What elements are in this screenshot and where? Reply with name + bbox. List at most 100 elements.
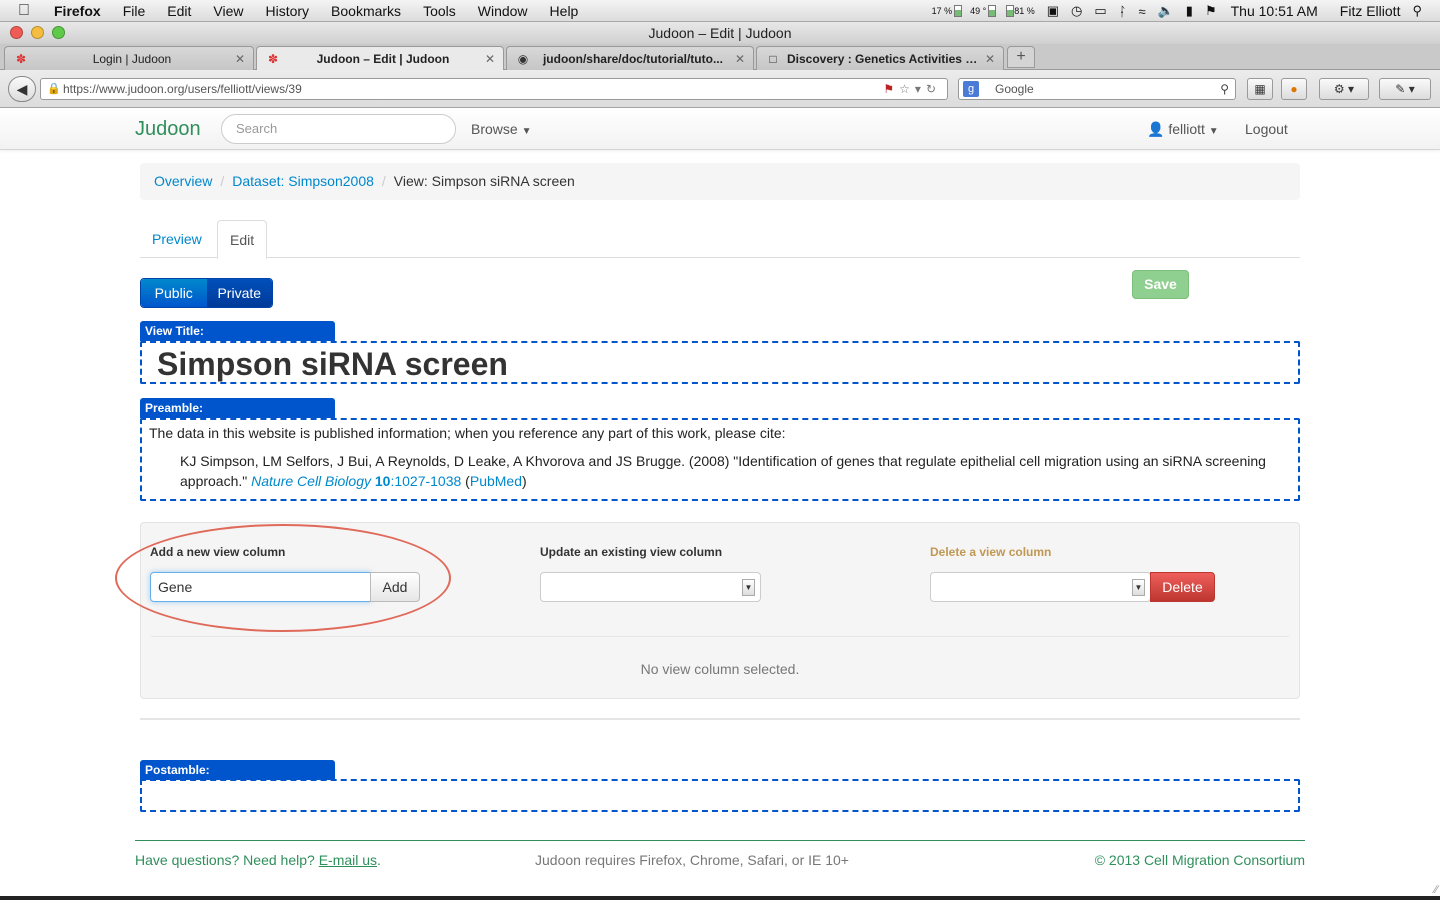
gamepad-icon[interactable]: ▣ (1047, 3, 1059, 19)
chevron-down-icon: ▾ (1348, 82, 1355, 96)
bluetooth-icon[interactable]: ᛛ (1119, 4, 1127, 19)
eyedropper-icon: ✎ (1395, 82, 1406, 96)
browser-tab-login[interactable]: ✽ Login | Judoon ✕ (4, 46, 254, 70)
annotation-highlight-ring (115, 524, 451, 632)
menu-tools[interactable]: Tools (423, 3, 456, 19)
select-arrow-icon: ▼ (742, 579, 755, 596)
browser-toolbar: ◀ 🔒 https://www.judoon.org/users/felliot… (0, 70, 1440, 108)
update-column-select[interactable]: ▼ (540, 572, 761, 602)
app-search-input[interactable]: Search (221, 114, 456, 144)
view-title-field[interactable]: Simpson siRNA screen (140, 341, 1300, 384)
zoom-window-icon[interactable] (52, 26, 65, 39)
spotlight-search-icon[interactable]: ⚲ (1412, 3, 1422, 19)
panel-divider (151, 636, 1289, 637)
search-bar[interactable]: g Google ⚲ (958, 78, 1236, 100)
close-window-icon[interactable] (10, 26, 23, 39)
display-icon[interactable]: ▭ (1094, 3, 1106, 19)
google-icon[interactable]: g (963, 81, 979, 97)
back-button[interactable]: ◀ (8, 76, 36, 102)
tab-preview[interactable]: Preview (140, 220, 214, 258)
footer-help-text: Have questions? Need help? (135, 852, 315, 868)
user-menu[interactable]: 👤 felliott ▼ (1147, 121, 1219, 138)
private-button[interactable]: Private (206, 279, 272, 307)
delete-column-button[interactable]: Delete (1150, 572, 1215, 602)
email-link[interactable]: E-mail us (319, 852, 377, 868)
temp-value: 49 ° (970, 6, 987, 16)
view-tabs: Preview Edit (140, 220, 1300, 259)
close-tab-icon[interactable]: ✕ (985, 52, 995, 66)
temp-bar-icon (988, 5, 997, 17)
os-menubar:  Firefox File Edit View History Bookmar… (0, 0, 1440, 22)
browser-tab-label: Login | Judoon (92, 51, 172, 66)
battery-icon[interactable]: ▮ (1186, 3, 1193, 19)
menu-edit[interactable]: Edit (167, 3, 191, 19)
logout-link[interactable]: Logout (1245, 121, 1288, 137)
footer-help: Have questions? Need help? E-mail us. (135, 852, 381, 868)
pubmed-link[interactable]: PubMed (470, 473, 522, 489)
browser-tab-edit[interactable]: ✽ Judoon – Edit | Judoon ✕ (256, 46, 504, 71)
tools-button[interactable]: ✎ ▾ (1379, 78, 1431, 100)
tab-edit[interactable]: Edit (217, 220, 268, 259)
preamble-citation: KJ Simpson, LM Selfors, J Bui, A Reynold… (180, 453, 1266, 489)
menu-bookmarks[interactable]: Bookmarks (331, 3, 401, 19)
menu-history[interactable]: History (265, 3, 309, 19)
address-url: https://www.judoon.org/users/felliott/vi… (63, 82, 302, 96)
brand-logo[interactable]: Judoon (135, 118, 201, 141)
breadcrumb-dataset[interactable]: Dataset: Simpson2008 (232, 173, 374, 189)
browser-tab-github[interactable]: ◉ judoon/share/doc/tutorial/tuto... ✕ (506, 46, 754, 70)
caret-down-icon: ▼ (521, 126, 532, 137)
flag-icon[interactable]: ⚑ (1205, 3, 1217, 19)
browse-menu[interactable]: Browse ▼ (471, 121, 531, 137)
postamble-field[interactable] (140, 779, 1300, 812)
temp-meter: 49 ° (970, 5, 997, 17)
menu-file[interactable]: File (123, 3, 146, 19)
flag-icon: ⚑ (883, 82, 900, 96)
grid-button[interactable]: ▦ (1247, 78, 1273, 100)
view-title-text: Simpson siRNA screen (157, 346, 508, 382)
settings-button[interactable]: ⚙ ▾ (1319, 78, 1369, 100)
citation-volume[interactable]: 10 (375, 473, 391, 489)
window-controls (10, 26, 73, 39)
breadcrumb-overview[interactable]: Overview (154, 173, 212, 189)
delete-column-select[interactable]: ▼ (930, 572, 1151, 602)
volume-icon[interactable]: 🔈 (1158, 3, 1174, 19)
new-tab-button[interactable]: + (1007, 46, 1035, 68)
preamble-field[interactable]: The data in this website is published in… (140, 418, 1300, 501)
apple-icon[interactable]:  (18, 2, 40, 20)
bookmark-star-icon[interactable]: ☆ (899, 82, 915, 96)
wifi-icon[interactable]: ≈ (1138, 4, 1145, 19)
resize-grip-icon[interactable]: ∕∕ (1434, 884, 1438, 896)
search-placeholder: Google (995, 82, 1034, 96)
dropdown-arrow-icon[interactable]: ▾ (915, 82, 926, 96)
section-divider (140, 718, 1300, 720)
menu-app-name[interactable]: Firefox (54, 3, 101, 19)
breadcrumb: Overview / Dataset: Simpson2008 / View: Simp… (140, 163, 1300, 200)
addon-button[interactable]: ● (1281, 78, 1307, 100)
menu-window[interactable]: Window (478, 3, 528, 19)
menubar-clock[interactable]: Thu 10:51 AM (1231, 3, 1318, 19)
delete-column-label: Delete a view column (930, 545, 1052, 559)
close-tab-icon[interactable]: ✕ (235, 52, 245, 66)
minimize-window-icon[interactable] (31, 26, 44, 39)
menu-view[interactable]: View (213, 3, 243, 19)
judoon-favicon-icon: ✽ (15, 51, 27, 66)
search-icon[interactable]: ⚲ (1220, 79, 1229, 99)
close-tab-icon[interactable]: ✕ (485, 52, 495, 66)
address-bar[interactable]: 🔒 https://www.judoon.org/users/felliott/… (40, 78, 948, 100)
postamble-label: Postamble: (140, 760, 335, 780)
reload-icon[interactable]: ↻ (926, 82, 941, 96)
citation-journal[interactable]: Nature Cell Biology (251, 473, 371, 489)
page-icon: □ (769, 51, 777, 66)
citation-pages[interactable]: :1027-1038 (390, 473, 461, 489)
preamble-intro: The data in this website is published in… (149, 425, 786, 441)
menubar-user[interactable]: Fitz Elliott (1340, 3, 1401, 19)
github-icon: ◉ (517, 51, 529, 66)
close-tab-icon[interactable]: ✕ (735, 52, 745, 66)
time-machine-icon[interactable]: ◷ (1071, 3, 1082, 19)
public-button[interactable]: Public (141, 279, 207, 307)
save-button[interactable]: Save (1132, 270, 1189, 299)
menu-help[interactable]: Help (550, 3, 579, 19)
browser-tab-discovery[interactable]: □ Discovery : Genetics Activities : ... … (756, 46, 1004, 70)
addon-icon: ● (1290, 82, 1298, 96)
browser-tabbar: ✽ Login | Judoon ✕ ✽ Judoon – Edit | Jud… (0, 44, 1440, 71)
